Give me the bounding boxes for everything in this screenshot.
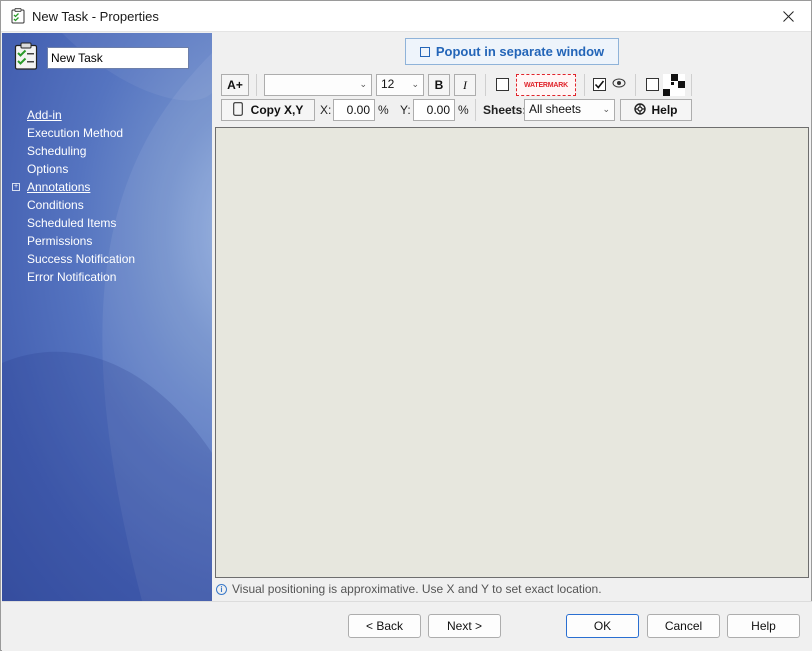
watermark-checkbox[interactable] <box>496 78 509 91</box>
expand-icon[interactable]: + <box>12 183 20 191</box>
pattern-checkbox[interactable] <box>646 78 659 91</box>
toolbar-separator <box>584 74 585 96</box>
next-button[interactable]: Next > <box>428 614 501 638</box>
toolbar-separator <box>635 74 636 96</box>
chevron-down-icon: ⌄ <box>411 79 419 89</box>
bold-label: B <box>434 78 444 92</box>
chevron-down-icon: ⌄ <box>359 79 367 89</box>
toolbar-separator <box>485 74 486 96</box>
footer-help-button[interactable]: Help <box>727 614 800 638</box>
task-name-input[interactable] <box>47 47 189 69</box>
back-label: < Back <box>365 619 404 633</box>
checker-pattern-icon[interactable] <box>663 74 685 99</box>
copy-xy-label: Copy X,Y <box>250 103 304 117</box>
italic-label: I <box>463 77 467 92</box>
y-unit: % <box>458 103 469 117</box>
ok-label: OK <box>593 619 612 633</box>
next-label: Next > <box>446 619 482 633</box>
help-label: Help <box>651 103 678 117</box>
sidebar-item-success-notification[interactable]: Success Notification <box>2 250 212 268</box>
font-family-select[interactable]: ⌄ <box>264 74 372 96</box>
sidebar-item-error-notification[interactable]: Error Notification <box>2 268 212 286</box>
watermark-label: WATERMARK <box>524 81 568 89</box>
sidebar-item-label: Options <box>27 162 69 176</box>
sidebar-item-add-in[interactable]: Add-in <box>2 106 212 124</box>
sidebar: Add-in Execution Method Scheduling Optio… <box>2 33 212 601</box>
cancel-button[interactable]: Cancel <box>647 614 720 638</box>
annotation-canvas[interactable] <box>215 127 809 578</box>
x-input[interactable]: 0.00 <box>333 99 375 121</box>
sidebar-nav: Add-in Execution Method Scheduling Optio… <box>2 106 212 286</box>
y-label: Y: <box>400 103 411 117</box>
sidebar-item-conditions[interactable]: Conditions <box>2 196 212 214</box>
close-icon <box>782 11 794 22</box>
sidebar-item-scheduled-items[interactable]: Scheduled Items <box>2 214 212 232</box>
sidebar-item-label: Scheduling <box>27 144 87 158</box>
y-input[interactable]: 0.00 <box>413 99 455 121</box>
watermark-preview[interactable]: WATERMARK <box>516 74 576 96</box>
hint-text: Visual positioning is approximative. Use… <box>232 582 602 596</box>
sidebar-item-label: Scheduled Items <box>27 216 117 230</box>
sidebar-item-label: Error Notification <box>27 270 117 284</box>
sidebar-item-label: Annotations <box>27 180 91 194</box>
sidebar-item-label: Add-in <box>27 108 62 122</box>
sidebar-item-permissions[interactable]: Permissions <box>2 232 212 250</box>
sidebar-item-scheduling[interactable]: Scheduling <box>2 142 212 160</box>
font-increase-button[interactable]: A+ <box>221 74 249 96</box>
font-size-value: 12 <box>381 77 395 91</box>
sidebar-item-execution-method[interactable]: Execution Method <box>2 124 212 142</box>
positioning-hint: i Visual positioning is approximative. U… <box>216 582 602 596</box>
font-increase-label: A+ <box>227 78 243 92</box>
popout-button[interactable]: Popout in separate window <box>405 38 619 65</box>
copy-xy-button[interactable]: Copy X,Y <box>221 99 315 121</box>
bold-button[interactable]: B <box>428 74 450 96</box>
help-button[interactable]: Help <box>620 99 692 121</box>
chevron-down-icon: ⌄ <box>602 104 610 114</box>
footer-help-label: Help <box>751 619 776 633</box>
eye-icon <box>612 77 626 92</box>
sidebar-item-options[interactable]: Options <box>2 160 212 178</box>
annotation-editor: Popout in separate window A+ ⌄ 12 ⌄ B I … <box>213 33 811 601</box>
toolbar-separator <box>691 74 692 96</box>
sidebar-item-annotations[interactable]: + Annotations <box>2 178 212 196</box>
sidebar-item-label: Permissions <box>27 234 93 248</box>
title-bar: New Task - Properties <box>1 1 811 32</box>
back-button[interactable]: < Back <box>348 614 421 638</box>
sheets-value: All sheets <box>529 102 582 116</box>
sheets-select[interactable]: All sheets ⌄ <box>524 99 615 121</box>
sheets-label: Sheets: <box>483 103 527 117</box>
dialog-footer: < Back Next > OK Cancel Help <box>2 601 812 651</box>
cancel-label: Cancel <box>664 619 703 633</box>
sidebar-item-label: Execution Method <box>27 126 124 140</box>
window-title: New Task - Properties <box>32 9 159 24</box>
checkmark-icon <box>594 80 605 89</box>
close-button[interactable] <box>765 1 811 32</box>
sidebar-item-label: Conditions <box>27 198 84 212</box>
info-icon: i <box>216 583 227 595</box>
y-value: 0.00 <box>426 103 450 117</box>
popout-label: Popout in separate window <box>435 44 605 59</box>
italic-button[interactable]: I <box>454 74 476 96</box>
toolbar-separator <box>256 74 257 96</box>
task-checklist-icon <box>14 42 38 70</box>
x-label: X: <box>320 103 332 117</box>
lifebuoy-icon <box>634 102 647 118</box>
visible-checkbox[interactable] <box>593 78 606 91</box>
ok-button[interactable]: OK <box>566 614 639 638</box>
x-value: 0.00 <box>346 103 370 117</box>
task-checklist-icon <box>11 8 25 24</box>
sidebar-item-label: Success Notification <box>27 252 136 266</box>
properties-window: New Task - Properties Add <box>0 0 812 651</box>
clipboard-icon <box>232 101 243 119</box>
x-unit: % <box>378 103 389 117</box>
popout-window-icon <box>419 46 430 57</box>
font-size-select[interactable]: 12 ⌄ <box>376 74 424 96</box>
toolbar-separator <box>475 99 476 121</box>
